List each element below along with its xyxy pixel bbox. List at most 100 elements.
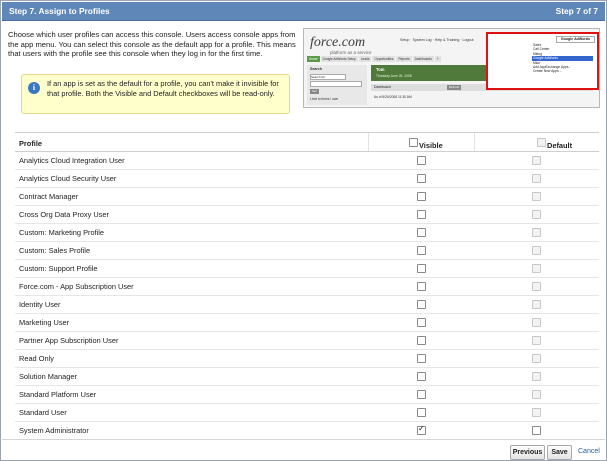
visible-column-header-cell: Visible — [368, 133, 475, 151]
profile-name: Partner App Subscription User — [19, 336, 119, 345]
preview-tab: Google AdWords Setup — [320, 56, 358, 62]
preview-top-links: Setup · System Log · Help & Training · L… — [400, 38, 474, 42]
profile-name: Standard User — [19, 408, 67, 417]
info-box: i If an app is set as the default for a … — [21, 74, 290, 114]
default-checkbox[interactable] — [532, 318, 541, 327]
preview-search-label: Search — [310, 67, 322, 71]
default-checkbox[interactable] — [532, 264, 541, 273]
cancel-link[interactable]: Cancel — [578, 448, 600, 455]
visible-checkbox[interactable] — [417, 174, 426, 183]
table-row: Custom: Marketing Profile — [15, 224, 599, 242]
profile-name: Custom: Sales Profile — [19, 246, 91, 255]
default-checkbox[interactable] — [532, 228, 541, 237]
table-row: Analytics Cloud Security User — [15, 170, 599, 188]
default-checkbox[interactable] — [532, 408, 541, 417]
default-checkbox[interactable] — [532, 390, 541, 399]
default-checkbox[interactable] — [532, 354, 541, 363]
preview-app-menu-item: Create New Apps... — [533, 69, 562, 74]
visible-checkbox[interactable] — [417, 192, 426, 201]
preview-tab: + — [434, 56, 441, 62]
default-column-header: Default — [547, 141, 573, 150]
preview-tab: Reports — [396, 56, 412, 62]
visible-checkbox[interactable] — [417, 408, 426, 417]
default-checkbox[interactable] — [532, 246, 541, 255]
table-row: Standard User — [15, 404, 599, 422]
preview-tab: Opportunities — [372, 56, 396, 62]
default-checkbox[interactable] — [532, 300, 541, 309]
profiles-table: Profile Visible Default Analytics Cloud … — [15, 132, 599, 440]
profile-name: Identity User — [19, 300, 61, 309]
profile-name: Solution Manager — [19, 372, 77, 381]
visible-column-header: Visible — [419, 141, 443, 150]
table-row: Solution Manager — [15, 368, 599, 386]
visible-checkbox[interactable] — [417, 228, 426, 237]
default-checkbox[interactable] — [532, 426, 541, 435]
default-checkbox[interactable] — [532, 156, 541, 165]
profile-name: Analytics Cloud Integration User — [19, 156, 125, 165]
wizard-window: Step 7. Assign to Profiles Step 7 of 7 C… — [0, 0, 607, 461]
preview-tab: Dashboards — [412, 56, 434, 62]
table-row: Force.com - App Subscription User — [15, 278, 599, 296]
profile-name: Marketing User — [19, 318, 70, 327]
save-button[interactable]: Save — [547, 445, 572, 460]
profile-name: Custom: Support Profile — [19, 264, 98, 273]
table-row: Cross Org Data Proxy User — [15, 206, 599, 224]
default-checkbox[interactable] — [532, 336, 541, 345]
visible-checkbox[interactable] — [417, 390, 426, 399]
visible-checkbox[interactable] — [417, 318, 426, 327]
intro-text: Choose which user profiles can access th… — [8, 30, 296, 59]
preview-tab: Leads — [358, 56, 372, 62]
table-row: Analytics Cloud Integration User — [15, 152, 599, 170]
info-icon: i — [28, 82, 40, 94]
select-all-default-checkbox[interactable] — [537, 138, 546, 147]
preview-banner-name: Tom — [376, 67, 385, 72]
info-text: If an app is set as the default for a pr… — [47, 79, 279, 98]
preview-refresh-button: Refresh — [447, 85, 461, 90]
default-checkbox[interactable] — [532, 174, 541, 183]
visible-checkbox[interactable] — [417, 246, 426, 255]
table-row: Identity User — [15, 296, 599, 314]
wizard-header: Step 7. Assign to Profiles Step 7 of 7 — [2, 2, 605, 21]
visible-checkbox[interactable] — [417, 264, 426, 273]
default-checkbox[interactable] — [532, 372, 541, 381]
table-row: Partner App Subscription User — [15, 332, 599, 350]
table-row: Custom: Sales Profile — [15, 242, 599, 260]
preview-sidebar: Search Search All Go! Limit to items I o… — [307, 65, 367, 105]
preview-dashboard-label: Dashboard — [374, 85, 391, 89]
profile-name: Contract Manager — [19, 192, 79, 201]
table-body: Analytics Cloud Integration User Analytic… — [15, 152, 599, 440]
default-column-header-cell: Default — [474, 133, 600, 151]
visible-checkbox[interactable] — [417, 300, 426, 309]
select-all-visible-checkbox[interactable] — [409, 138, 418, 147]
profile-name: Analytics Cloud Security User — [19, 174, 117, 183]
visible-checkbox[interactable] — [417, 336, 426, 345]
preview-logo: force.com — [310, 35, 366, 50]
profile-name: Force.com - App Subscription User — [19, 282, 134, 291]
preview-banner-date: Thursday June 26, 2008 — [376, 74, 412, 78]
visible-checkbox[interactable] — [417, 156, 426, 165]
default-checkbox[interactable] — [532, 210, 541, 219]
visible-checkbox[interactable] — [417, 282, 426, 291]
preview-tab: Home — [307, 56, 320, 62]
profile-name: Custom: Marketing Profile — [19, 228, 105, 237]
table-row: Standard Platform User — [15, 386, 599, 404]
visible-checkbox[interactable] — [417, 210, 426, 219]
footer-divider — [2, 439, 605, 440]
visible-checkbox[interactable] — [417, 372, 426, 381]
table-row: Read Only — [15, 350, 599, 368]
profile-name: System Administrator — [19, 426, 89, 435]
default-checkbox[interactable] — [532, 192, 541, 201]
table-row: Contract Manager — [15, 188, 599, 206]
preview-go-button: Go! — [310, 89, 319, 94]
app-menu-preview-image: force.com platform as a service Setup · … — [303, 28, 600, 108]
previous-button[interactable]: Previous — [510, 445, 545, 460]
table-row: System Administrator — [15, 422, 599, 440]
default-checkbox[interactable] — [532, 282, 541, 291]
profile-name: Read Only — [19, 354, 54, 363]
visible-checkbox[interactable] — [417, 424, 426, 435]
visible-checkbox[interactable] — [417, 354, 426, 363]
profile-column-header: Profile — [19, 139, 42, 148]
table-row: Custom: Support Profile — [15, 260, 599, 278]
preview-limit-label: Limit to items I own — [310, 97, 339, 101]
preview-logo-sub: platform as a service — [330, 50, 372, 55]
